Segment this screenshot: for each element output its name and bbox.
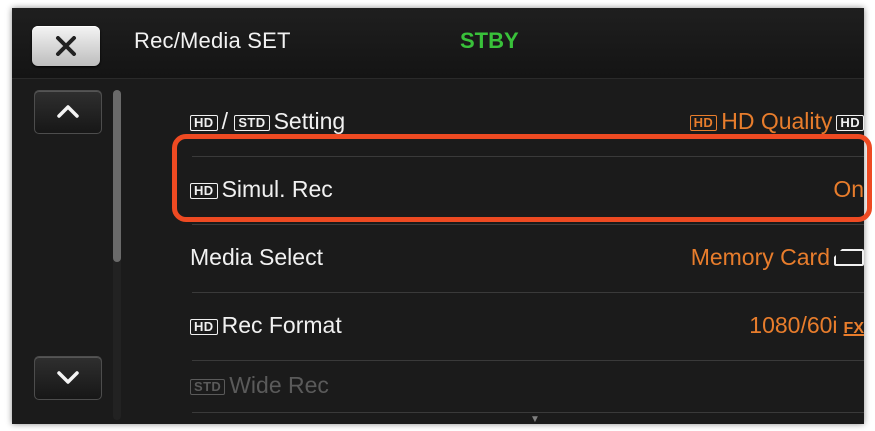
menu-title: Rec/Media SET	[134, 28, 291, 53]
chevron-down-icon	[57, 371, 79, 384]
scroll-down-button[interactable]	[34, 356, 102, 400]
row-label-text: Setting	[273, 108, 346, 134]
std-badge-icon: STD	[190, 379, 226, 395]
hd-badge-icon: HD	[190, 115, 218, 131]
row-value: HD HD Quality HD	[689, 108, 864, 135]
row-value-text: HD Quality	[721, 108, 833, 134]
chevron-up-icon	[57, 105, 79, 118]
close-button[interactable]	[32, 26, 100, 66]
std-badge-icon: STD	[234, 115, 270, 131]
hd-quality-badge-icon: HD	[836, 115, 864, 131]
scrollbar-thumb[interactable]	[113, 90, 121, 262]
row-value: 1080/60i FX	[749, 312, 864, 339]
row-label: STD Wide Rec	[190, 372, 329, 399]
row-label: HD / STD Setting	[190, 108, 345, 135]
row-label-text: Media Select	[190, 244, 323, 270]
hd-badge-icon: HD	[689, 115, 718, 131]
row-label-text: Wide Rec	[229, 372, 329, 398]
close-icon	[56, 36, 76, 56]
row-value-text: Memory Card	[690, 244, 830, 270]
row-label-text: Rec Format	[221, 312, 342, 338]
menu-row-wide-rec: STD Wide Rec	[180, 352, 864, 420]
label-separator: /	[221, 108, 228, 134]
menu-row-media-select[interactable]: Media Select Memory Card	[180, 224, 864, 292]
highlight-frame	[172, 134, 872, 222]
menu-header: Rec/Media SET STBY	[12, 8, 864, 79]
row-divider	[192, 412, 864, 413]
fx-mode-icon: FX	[843, 320, 864, 337]
menu-row-rec-format[interactable]: HD Rec Format 1080/60i FX	[180, 292, 864, 360]
row-label: HD Rec Format	[190, 312, 342, 339]
row-value-text: 1080/60i	[749, 312, 838, 338]
hd-badge-icon: HD	[190, 319, 218, 335]
scroll-up-button[interactable]	[34, 90, 102, 134]
status-indicator: STBY	[460, 28, 519, 53]
memory-card-icon	[834, 249, 864, 266]
row-value: Memory Card	[691, 244, 864, 271]
more-items-arrow-icon: ▼	[530, 414, 540, 424]
